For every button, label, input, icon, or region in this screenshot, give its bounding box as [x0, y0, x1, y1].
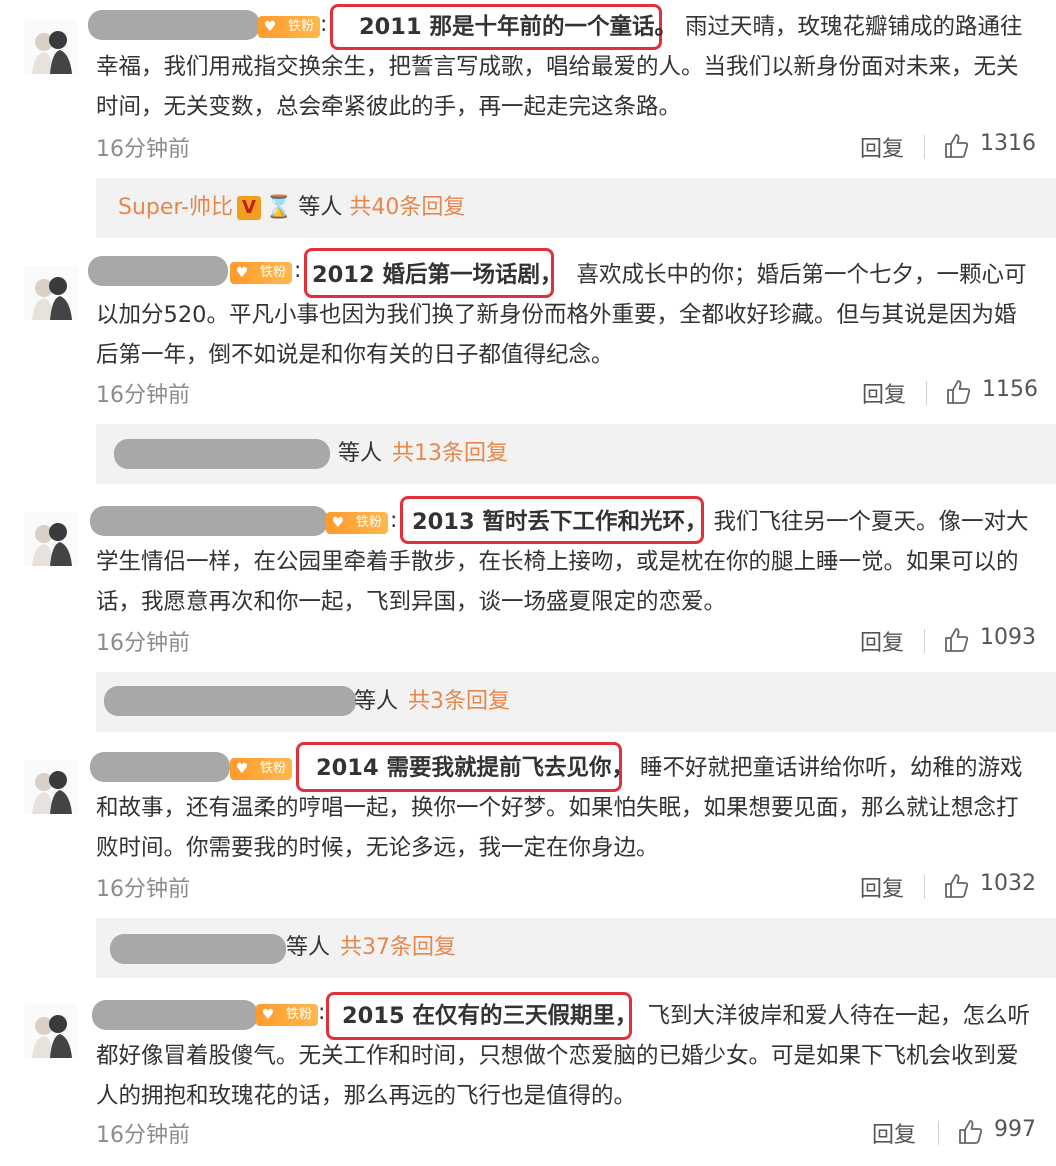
divider	[924, 629, 925, 653]
reply-button[interactable]: 回复	[872, 1117, 916, 1149]
avatar[interactable]	[24, 20, 78, 74]
timestamp: 16分钟前	[96, 877, 190, 902]
reply-count-link[interactable]: 共40条回复	[349, 195, 465, 220]
divider	[924, 875, 925, 899]
highlight-text: 2015 在仅有的三天假期里，	[342, 1003, 638, 1029]
replies-bar[interactable]: 等人 共3条回复	[96, 672, 1056, 732]
couple-avatar-icon	[24, 1004, 78, 1058]
reply-username-blurred[interactable]	[110, 934, 286, 964]
highlight-text: 2014 需要我就提前飞去见你，	[316, 755, 634, 781]
couple-avatar-icon	[24, 760, 78, 814]
comment-text: 2014 需要我就提前飞去见你， 睡不好就把童话讲给你听，幼稚的游戏和故事，还有温…	[96, 755, 1023, 861]
thumbs-up-icon[interactable]	[942, 132, 970, 160]
divider	[938, 1121, 939, 1145]
like-count: 1156	[982, 377, 1038, 402]
timestamp: 16分钟前	[96, 631, 190, 656]
like-count: 1093	[980, 625, 1036, 650]
reply-button[interactable]: 回复	[862, 377, 906, 409]
avatar[interactable]	[24, 760, 78, 814]
avatar[interactable]	[24, 1004, 78, 1058]
divider	[926, 381, 927, 405]
reply-username[interactable]: Super-帅比	[118, 195, 233, 220]
couple-avatar-icon	[24, 266, 78, 320]
reply-button[interactable]: 回复	[860, 131, 904, 163]
like-count: 1032	[980, 871, 1036, 896]
comment-text: 2011 那是十年前的一个童话。 雨过天晴，玫瑰花瓣铺成的路通往幸福，我们用戒指交…	[96, 14, 1023, 120]
couple-avatar-icon	[24, 20, 78, 74]
timestamp: 16分钟前	[96, 137, 190, 162]
thumbs-up-icon[interactable]	[944, 378, 972, 406]
thumbs-up-icon[interactable]	[942, 872, 970, 900]
replies-bar[interactable]: Super-帅比 V ⌛ 等人 共40条回复	[96, 178, 1056, 238]
thumbs-up-icon[interactable]	[942, 626, 970, 654]
avatar[interactable]	[24, 512, 78, 566]
avatar[interactable]	[24, 266, 78, 320]
couple-avatar-icon	[24, 512, 78, 566]
divider	[924, 135, 925, 159]
reply-username-blurred[interactable]	[104, 686, 356, 716]
timestamp: 16分钟前	[96, 383, 190, 408]
hourglass-icon: ⌛	[265, 195, 293, 220]
reply-count-link[interactable]: 共3条回复	[408, 672, 510, 732]
highlight-text: 2013 暂时丢下工作和光环，	[412, 509, 708, 535]
comment-text: 2013 暂时丢下工作和光环， 我们飞往另一个夏天。像一对大学生情侣一样，在公园里…	[96, 509, 1029, 615]
v-badge-icon: V	[237, 196, 261, 220]
reply-username-blurred[interactable]	[114, 439, 330, 469]
reply-count-link[interactable]: 共37条回复	[340, 918, 456, 978]
timestamp: 16分钟前	[96, 1123, 190, 1148]
like-count: 1316	[980, 131, 1036, 156]
reply-count-link[interactable]: 共13条回复	[392, 424, 508, 484]
reply-button[interactable]: 回复	[860, 871, 904, 903]
comment-text: 2012 婚后第一场话剧， 喜欢成长中的你；婚后第一个七夕，一颗心可以加分520。…	[96, 262, 1027, 368]
highlight-text: 2012 婚后第一场话剧，	[312, 262, 563, 288]
replies-bar[interactable]: 等人 共13条回复	[96, 424, 1056, 484]
like-count: 997	[994, 1117, 1036, 1142]
highlight-text: 2011 那是十年前的一个童话。	[359, 14, 677, 40]
thumbs-up-icon[interactable]	[956, 1118, 984, 1146]
reply-button[interactable]: 回复	[860, 625, 904, 657]
comment-text: 2015 在仅有的三天假期里， 飞到大洋彼岸和爱人待在一起，怎么听都好像冒着股傻气…	[96, 1003, 1030, 1109]
replies-bar[interactable]: 等人 共37条回复	[96, 918, 1056, 978]
